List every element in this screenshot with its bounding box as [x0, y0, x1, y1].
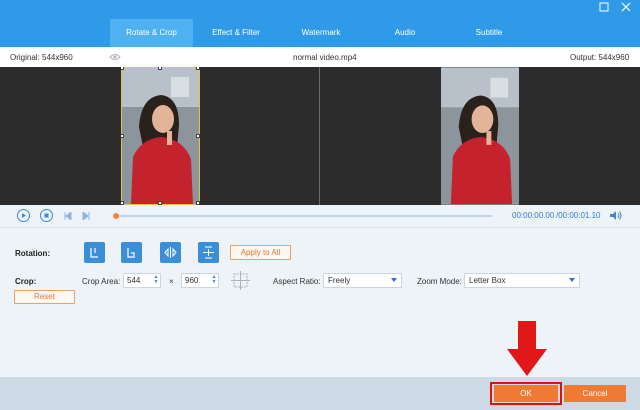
tab-rotate-crop[interactable]: Rotate & Crop: [110, 19, 193, 47]
cancel-button[interactable]: Cancel: [564, 385, 626, 402]
tab-watermark[interactable]: Watermark: [282, 19, 360, 47]
original-size: Original: 544x960: [10, 53, 73, 62]
rotate-left-icon: [90, 248, 98, 258]
stop-icon[interactable]: [40, 209, 53, 222]
current-time: 00:00:00.00: [512, 211, 555, 220]
output-preview: [441, 67, 519, 205]
times-sign: ×: [169, 277, 174, 286]
crop-handle[interactable]: [121, 67, 124, 70]
info-bar: Original: 544x960 normal video.mp4 Outpu…: [0, 47, 640, 68]
top-bar: Rotate & Crop Effect & Filter Watermark …: [0, 0, 640, 47]
center-crop-icon[interactable]: [231, 271, 250, 290]
eye-icon[interactable]: [109, 53, 121, 61]
aspect-ratio-value: Freely: [328, 276, 351, 285]
crop-height-input[interactable]: 960 ▲ ▼: [181, 273, 219, 288]
play-icon[interactable]: [17, 209, 30, 222]
crop-box[interactable]: [121, 67, 200, 205]
tab-effect-filter[interactable]: Effect & Filter: [197, 19, 275, 47]
previous-frame-icon[interactable]: [64, 212, 72, 220]
output-size: Output: 544x960: [570, 53, 630, 62]
original-preview[interactable]: [121, 67, 200, 205]
video-preview: [0, 67, 640, 205]
chevron-down-icon: [569, 278, 575, 282]
chevron-down-icon: [391, 278, 397, 282]
crop-handle[interactable]: [158, 67, 162, 70]
arrow-down-icon: [507, 321, 547, 376]
tab-audio[interactable]: Audio: [368, 19, 442, 47]
zoom-mode-value: Letter Box: [469, 276, 506, 285]
aspect-ratio-label: Aspect Ratio:: [273, 277, 321, 286]
volume-icon[interactable]: [609, 210, 622, 221]
close-icon[interactable]: [618, 2, 634, 16]
file-name: normal video.mp4: [293, 53, 357, 62]
crop-handle[interactable]: [196, 134, 200, 138]
progress-knob[interactable]: [113, 213, 119, 219]
crop-area-label: Crop Area:: [82, 277, 121, 286]
stepper-arrows-icon[interactable]: ▲ ▼: [153, 275, 159, 286]
crop-handle[interactable]: [196, 67, 200, 70]
total-time: /00:00:01.10: [556, 211, 601, 220]
rotate-right-icon: [127, 248, 135, 258]
progress-track[interactable]: [115, 215, 492, 217]
zoom-mode-label: Zoom Mode:: [417, 277, 462, 286]
flip-vertical-button[interactable]: [198, 242, 219, 263]
crop-height-value: 960: [185, 276, 199, 285]
rotation-label: Rotation:: [15, 249, 51, 258]
flip-vertical-icon: [203, 246, 214, 259]
ok-button[interactable]: OK: [494, 385, 558, 402]
playback-bar: 00:00:00.00 /00:00:01.10: [0, 205, 640, 227]
video-frame-image: [441, 67, 519, 205]
crop-width-value: 544: [127, 276, 141, 285]
zoom-mode-select[interactable]: Letter Box: [464, 273, 580, 288]
flip-horizontal-icon: [164, 247, 177, 258]
rotate-right-button[interactable]: [121, 242, 142, 263]
stepper-arrows-icon[interactable]: ▲ ▼: [211, 275, 217, 286]
reset-button[interactable]: Reset: [14, 290, 75, 304]
next-frame-icon[interactable]: [82, 212, 90, 220]
crop-handle[interactable]: [121, 134, 124, 138]
restore-icon[interactable]: [596, 2, 612, 16]
rotate-left-button[interactable]: [84, 242, 105, 263]
apply-to-all-button[interactable]: Apply to All: [230, 245, 291, 260]
crop-width-input[interactable]: 544 ▲ ▼: [123, 273, 161, 288]
crop-label: Crop:: [15, 277, 37, 286]
aspect-ratio-select[interactable]: Freely: [323, 273, 402, 288]
preview-divider: [319, 67, 320, 205]
flip-horizontal-button[interactable]: [160, 242, 181, 263]
tab-subtitle[interactable]: Subtitle: [452, 19, 526, 47]
